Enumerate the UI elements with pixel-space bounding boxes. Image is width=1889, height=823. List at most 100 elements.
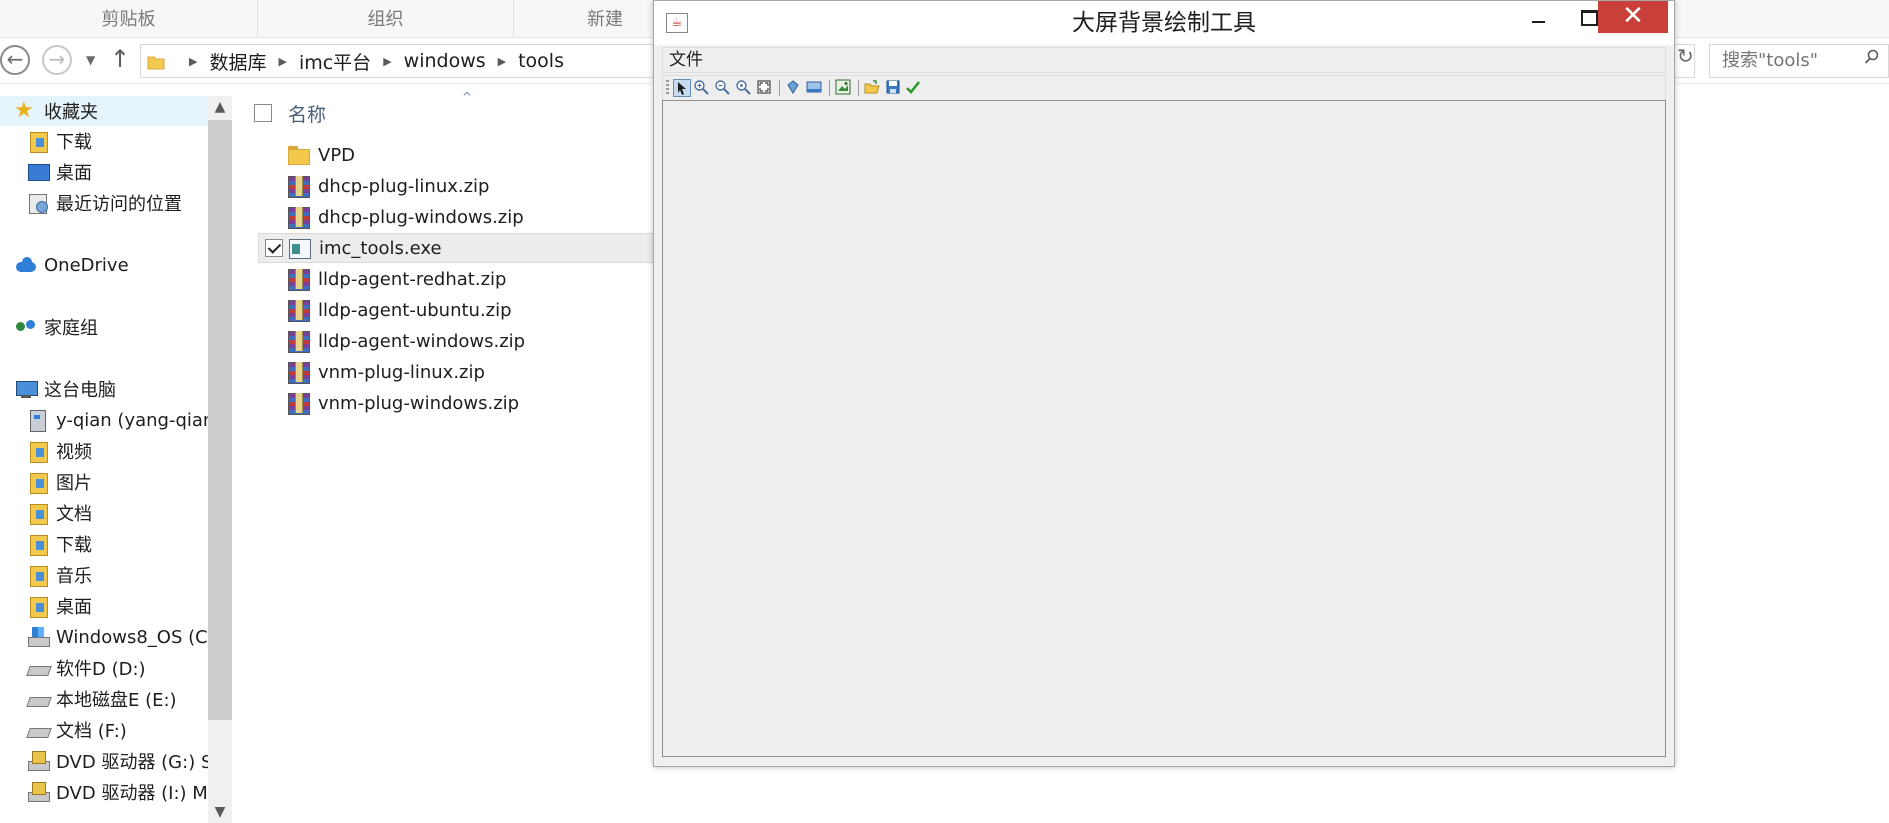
toolbar-separator	[858, 80, 859, 96]
breadcrumb-item-imc[interactable]: imc平台	[299, 48, 371, 75]
back-button[interactable]: ←	[0, 45, 30, 75]
breadcrumb-chevron-icon[interactable]: ▶	[278, 55, 286, 68]
fit-to-window-icon[interactable]	[756, 79, 774, 97]
nav-pc-desktop[interactable]: 桌面	[0, 591, 208, 621]
videos-icon	[26, 440, 50, 463]
up-arrow-icon[interactable]: ↑	[110, 44, 130, 74]
downloads-icon	[26, 533, 50, 556]
zip-archive-icon	[286, 206, 310, 229]
nav-drive-c[interactable]: Windows8_OS (C:)	[0, 622, 208, 652]
documents-icon	[26, 502, 50, 525]
image-icon[interactable]	[835, 79, 853, 97]
background-icon[interactable]	[806, 79, 824, 97]
file-name: imc_tools.exe	[319, 237, 442, 259]
nav-drive-e[interactable]: 本地磁盘E (E:)	[0, 684, 208, 714]
select-all-checkbox[interactable]	[254, 104, 272, 122]
search-input[interactable]	[1722, 45, 1862, 75]
breadcrumb-chevron-icon[interactable]: ▶	[189, 55, 197, 68]
file-name: dhcp-plug-windows.zip	[318, 206, 524, 228]
nav-network-location[interactable]: y-qian (yang-qian	[0, 405, 208, 435]
nav-this-pc[interactable]: 这台电脑	[0, 374, 208, 404]
nav-recent-places[interactable]: 最近访问的位置	[0, 188, 208, 218]
breadcrumb-item-database[interactable]: 数据库	[209, 48, 266, 75]
nav-label: 下载	[56, 535, 92, 556]
save-icon[interactable]	[885, 79, 903, 97]
open-folder-icon[interactable]	[864, 79, 882, 97]
nav-label: 文档	[56, 504, 92, 525]
recent-locations-chevron-icon[interactable]: ▼	[86, 48, 95, 72]
file-name: lldp-agent-ubuntu.zip	[318, 299, 512, 321]
toolbar-separator	[829, 80, 830, 96]
breadcrumb-item-tools[interactable]: tools	[518, 50, 564, 72]
star-icon: ★	[14, 98, 34, 123]
zoom-reset-icon[interactable]	[735, 79, 753, 97]
nav-pictures[interactable]: 图片	[0, 467, 208, 497]
toolbar-grip-icon[interactable]	[666, 80, 669, 96]
scroll-down-arrow-icon[interactable]: ▼	[208, 801, 232, 823]
hard-drive-icon	[26, 719, 50, 741]
nav-label: 最近访问的位置	[56, 194, 182, 215]
recent-places-icon	[26, 192, 50, 214]
window-title-bar[interactable]: 大屏背景绘制工具 ☕ ✕	[654, 1, 1674, 45]
nav-homegroup[interactable]: 家庭组	[0, 312, 208, 342]
column-header-name[interactable]: 名称	[254, 98, 326, 128]
toolbar-separator	[779, 80, 780, 96]
nav-music[interactable]: 音乐	[0, 560, 208, 590]
shape-icon[interactable]	[785, 79, 803, 97]
menu-file[interactable]: 文件	[669, 48, 703, 72]
toolbar	[662, 75, 1666, 101]
zoom-in-icon[interactable]	[693, 79, 711, 97]
java-app-icon[interactable]: ☕	[666, 13, 688, 33]
zoom-out-icon[interactable]	[714, 79, 732, 97]
column-header-label: 名称	[288, 103, 327, 126]
desktop-folder-icon	[26, 595, 50, 618]
ribbon-group-organize[interactable]: 组织	[258, 0, 514, 38]
nav-downloads[interactable]: 下载	[0, 126, 208, 156]
dvd-drive-icon	[26, 750, 50, 772]
select-pointer-icon[interactable]	[673, 79, 691, 97]
forward-button[interactable]: →	[42, 45, 72, 75]
scroll-up-arrow-icon[interactable]: ▲	[208, 96, 232, 118]
apply-check-icon[interactable]	[905, 79, 923, 97]
homegroup-icon	[14, 316, 38, 338]
scrollbar-thumb[interactable]	[208, 120, 232, 720]
nav-label: 软件D (D:)	[56, 659, 146, 680]
nav-onedrive[interactable]: OneDrive	[0, 250, 208, 280]
folder-icon	[286, 144, 310, 166]
breadcrumb-item-windows[interactable]: windows	[404, 50, 486, 72]
zip-archive-icon	[286, 175, 310, 198]
drawing-canvas[interactable]	[662, 100, 1666, 757]
nav-favorites[interactable]: ★ 收藏夹	[0, 96, 208, 126]
nav-pane-scrollbar[interactable]: ▲ ▼	[208, 96, 232, 823]
windows-drive-icon	[26, 626, 50, 648]
search-icon[interactable]	[1864, 49, 1880, 70]
refresh-icon[interactable]: ↻	[1677, 44, 1694, 68]
nav-pc-downloads[interactable]: 下载	[0, 529, 208, 559]
breadcrumb-chevron-icon[interactable]: ▶	[498, 55, 506, 68]
nav-drive-f[interactable]: 文档 (F:)	[0, 715, 208, 745]
nav-label: 家庭组	[44, 318, 98, 339]
nav-documents[interactable]: 文档	[0, 498, 208, 528]
executable-icon	[287, 237, 311, 259]
nav-dvd-i[interactable]: DVD 驱动器 (I:) MY	[0, 777, 208, 807]
nav-label: 视频	[56, 442, 92, 463]
zip-archive-icon	[286, 330, 310, 353]
row-checkbox[interactable]	[265, 239, 283, 257]
minimize-button[interactable]	[1513, 1, 1563, 33]
file-name: lldp-agent-redhat.zip	[318, 268, 507, 290]
onedrive-cloud-icon	[14, 254, 38, 276]
zip-archive-icon	[286, 268, 310, 291]
nav-drive-d[interactable]: 软件D (D:)	[0, 653, 208, 683]
nav-dvd-g[interactable]: DVD 驱动器 (G:) SO	[0, 746, 208, 776]
file-name: dhcp-plug-linux.zip	[318, 175, 490, 197]
zip-archive-icon	[286, 299, 310, 322]
file-name: vnm-plug-linux.zip	[318, 361, 485, 383]
nav-videos[interactable]: 视频	[0, 436, 208, 466]
background-drawing-tool-window: 大屏背景绘制工具 ☕ ✕ 文件	[653, 0, 1675, 767]
nav-desktop[interactable]: 桌面	[0, 157, 208, 187]
close-button[interactable]: ✕	[1598, 1, 1668, 33]
ribbon-group-clipboard[interactable]: 剪贴板	[0, 0, 258, 38]
nav-label: 本地磁盘E (E:)	[56, 690, 177, 711]
breadcrumb-chevron-icon[interactable]: ▶	[383, 55, 391, 68]
search-box[interactable]	[1709, 44, 1889, 78]
